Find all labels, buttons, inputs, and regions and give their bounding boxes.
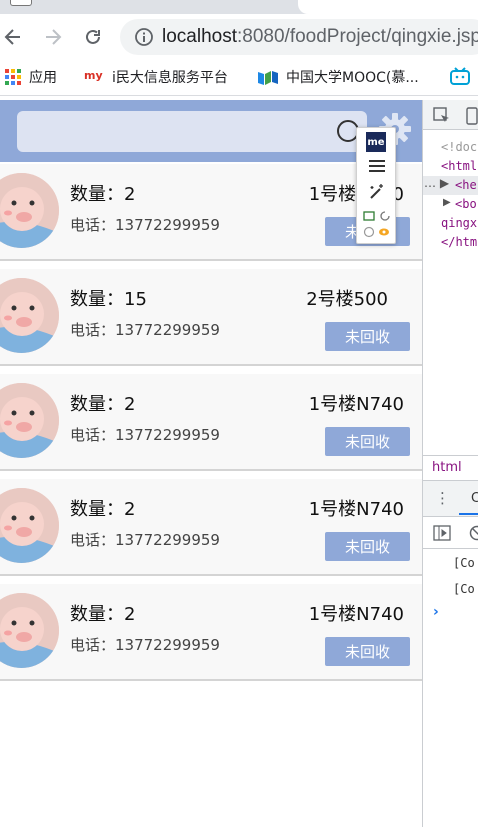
- mooc-logo-icon: [258, 71, 278, 85]
- phone-label: 电话：13772299959: [70, 321, 220, 339]
- back-arrow-icon: [4, 29, 20, 45]
- avatar: [0, 278, 59, 353]
- drawer-tabs: ⋮ Co: [423, 481, 478, 517]
- console-prompt-icon[interactable]: ›: [433, 604, 439, 620]
- my-logo-icon: my: [84, 69, 103, 82]
- avatar: [0, 488, 59, 563]
- order-card[interactable]: 数量：2 电话：13772299959 1号楼N740 未回收: [0, 479, 422, 576]
- tab-console[interactable]: Co: [471, 491, 478, 506]
- menu-icon[interactable]: [357, 160, 397, 172]
- kebab-menu-icon[interactable]: ⋮: [435, 489, 450, 507]
- status-button[interactable]: 未回收: [325, 427, 410, 456]
- expand-triangle-icon[interactable]: ▶: [443, 197, 451, 208]
- bookmark-label: 中国大学MOOC(慕...: [286, 70, 419, 86]
- active-tab[interactable]: [298, 0, 478, 14]
- dom-head[interactable]: <he: [455, 178, 477, 192]
- reload-icon: [86, 29, 100, 44]
- dom-text[interactable]: qingx: [441, 216, 477, 230]
- console-line[interactable]: [Co: [453, 556, 475, 570]
- bookmark-mooc[interactable]: 中国大学MOOC(慕...: [258, 67, 419, 87]
- dom-html-close[interactable]: </htm: [441, 235, 477, 249]
- address-label: 2号楼500: [306, 289, 388, 310]
- address-label: 1号楼N740: [308, 604, 404, 625]
- avatar: [0, 383, 59, 458]
- extension-popup: me: [356, 127, 396, 244]
- status-button[interactable]: 未回收: [325, 637, 410, 666]
- phone-label: 电话：13772299959: [70, 426, 220, 444]
- dom-html[interactable]: <html: [441, 159, 477, 173]
- active-tab-indicator: [459, 513, 478, 515]
- apps-grid-icon: [5, 69, 21, 85]
- bilibili-icon: [450, 67, 470, 85]
- tab-strip: [0, 0, 478, 14]
- phone-label: 电话：13772299959: [70, 216, 220, 234]
- device-toolbar-icon[interactable]: [465, 107, 478, 125]
- bookmark-label: i民大信息服务平台: [112, 70, 228, 86]
- pig-avatar-icon: [0, 278, 59, 353]
- quantity-label: 数量：2: [70, 394, 136, 415]
- console-line[interactable]: [Co: [453, 582, 475, 596]
- extension-logo[interactable]: me: [366, 132, 386, 152]
- pig-avatar-icon: [0, 488, 59, 563]
- bookmark-apps[interactable]: 应用: [5, 67, 57, 87]
- clear-console-icon[interactable]: [469, 525, 478, 541]
- magic-wand-icon[interactable]: [357, 183, 397, 201]
- status-button[interactable]: 未回收: [325, 532, 410, 561]
- info-eye-icons[interactable]: [357, 226, 397, 238]
- bookmark-bilibili[interactable]: [450, 67, 478, 85]
- reload-button[interactable]: [80, 24, 106, 50]
- forward-button[interactable]: [40, 24, 66, 50]
- dom-body[interactable]: <bo: [455, 197, 477, 211]
- status-button[interactable]: 未回收: [325, 322, 410, 351]
- dom-doctype[interactable]: <!doc: [441, 140, 477, 154]
- more-icon[interactable]: … ▶: [424, 176, 449, 190]
- devtools-toolbar: [423, 100, 478, 130]
- browser-toolbar: localhost:8080/foodProject/qingxie.jsp: [0, 14, 478, 60]
- bookmark-label: 应用: [29, 70, 57, 86]
- quantity-label: 数量：15: [70, 289, 147, 310]
- bookmarks-bar: 应用 my i民大信息服务平台 中国大学MOOC(慕...: [0, 60, 478, 96]
- address-bar[interactable]: localhost:8080/foodProject/qingxie.jsp: [120, 19, 478, 55]
- back-button[interactable]: [0, 24, 26, 50]
- phone-label: 电话：13772299959: [70, 636, 220, 654]
- cast-refresh-icons[interactable]: [357, 210, 397, 222]
- order-card[interactable]: 数量：2 电话：13772299959 1号楼N740 未回收: [0, 584, 422, 681]
- forward-arrow-icon: [46, 29, 62, 45]
- breadcrumb: html: [423, 455, 478, 481]
- console-toolbar: [423, 517, 478, 549]
- avatar: [0, 593, 59, 668]
- url-text[interactable]: localhost:8080/foodProject/qingxie.jsp: [162, 26, 478, 48]
- address-label: 1号楼N740: [308, 394, 404, 415]
- tab-favicon-edge[interactable]: [10, 0, 32, 6]
- pig-avatar-icon: [0, 593, 59, 668]
- pig-avatar-icon: [0, 383, 59, 458]
- address-label: 1号楼N740: [308, 499, 404, 520]
- quantity-label: 数量：2: [70, 604, 136, 625]
- order-card[interactable]: 数量：15 电话：13772299959 2号楼500 未回收: [0, 269, 422, 366]
- avatar: [0, 173, 59, 248]
- bookmark-imin[interactable]: my i民大信息服务平台: [84, 67, 228, 87]
- phone-label: 电话：13772299959: [70, 531, 220, 549]
- info-icon[interactable]: [134, 27, 154, 47]
- sidebar-toggle-icon[interactable]: [433, 525, 451, 541]
- search-input[interactable]: [17, 111, 367, 152]
- pig-avatar-icon: [0, 173, 59, 248]
- breadcrumb-html[interactable]: html: [432, 460, 462, 475]
- order-card[interactable]: 数量：2 电话：13772299959 1号楼N740 未回收: [0, 374, 422, 471]
- quantity-label: 数量：2: [70, 499, 136, 520]
- quantity-label: 数量：2: [70, 184, 136, 205]
- devtools-panel: <!doc <html … ▶ <he ▶ <bo qingx </htm ht…: [422, 100, 478, 827]
- inspect-element-icon[interactable]: [433, 107, 451, 125]
- url-path: :8080/foodProject/qingxie.jsp: [237, 26, 478, 47]
- url-host: localhost: [162, 26, 237, 47]
